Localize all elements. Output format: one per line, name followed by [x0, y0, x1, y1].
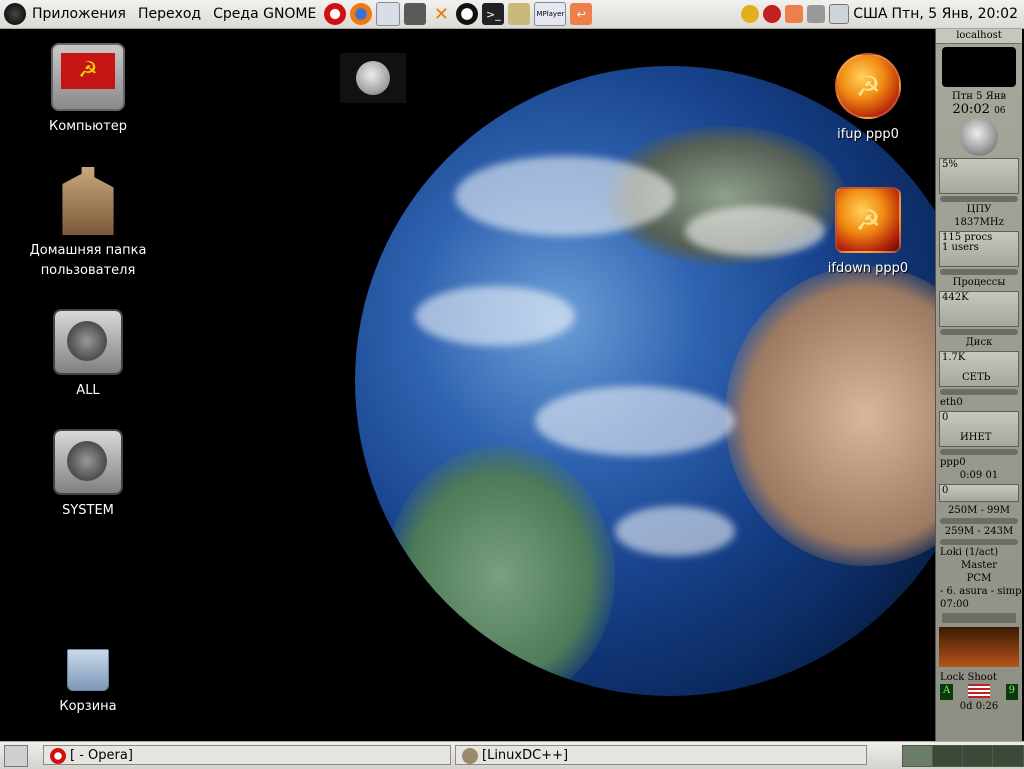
desktop-icon-computer[interactable]: ☭ Компьютер	[13, 43, 163, 137]
gk-badge-a: A	[940, 684, 954, 700]
desktop-icon-ifup[interactable]: ☭ ifup ppp0	[793, 53, 943, 145]
gk-badges: A 9	[936, 684, 1022, 700]
gk-procs-label: Процессы	[952, 277, 1006, 288]
gk-ppp0-label: ppp0	[940, 457, 966, 468]
keyboard-layout[interactable]: США	[853, 6, 887, 22]
opera-icon	[50, 748, 66, 764]
penguin-icon[interactable]	[456, 3, 479, 25]
ifdown-icon: ☭	[835, 187, 901, 253]
gk-sensor: Loki (1/act)	[940, 547, 999, 558]
gk-disk-label: Диск	[965, 337, 993, 348]
computer-icon: ☭	[51, 43, 125, 111]
gkrellm-monitor: localhost Птн 5 Янв 20:02 06 5% ЦПУ 1837…	[935, 29, 1022, 741]
drive-icon	[53, 309, 123, 375]
gk-swap-slider[interactable]	[940, 539, 1018, 545]
dc-icon	[462, 748, 478, 764]
gk-vol-master[interactable]: Master	[936, 559, 1022, 572]
terminal-icon[interactable]: >_	[482, 3, 505, 25]
workspace-4[interactable]	[992, 745, 1024, 767]
menu-applications[interactable]: Приложения	[26, 6, 132, 22]
desktop: ☭ Компьютер Домашняя папка пользователя …	[0, 29, 1024, 741]
volume-icon[interactable]	[807, 5, 826, 23]
gk-eth0-slider[interactable]	[940, 449, 1018, 455]
windows-icon[interactable]	[829, 4, 850, 24]
bottom-panel: [ - Opera] [LinuxDC++]	[0, 741, 1024, 769]
update-icon[interactable]	[785, 5, 804, 23]
gk-disk-slider[interactable]	[940, 329, 1018, 335]
top-panel: Приложения Переход Среда GNOME ✕ >_ MPla…	[0, 0, 1024, 29]
workspace-1[interactable]	[902, 745, 934, 767]
gk-ppp0-chart: 0	[939, 484, 1019, 502]
gk-cpu-freq: 1837MHz	[954, 217, 1004, 228]
gk-track: - 6. asura - simp	[940, 586, 1022, 597]
desktop-icon-ifdown[interactable]: ☭ ifdown ppp0	[793, 187, 943, 279]
gk-hostname: localhost	[936, 29, 1022, 44]
gk-analog-clock	[942, 47, 1016, 87]
icon-label: ifup ppp0	[837, 127, 899, 142]
system-tray: США Птн, 5 Янв, 20:02	[741, 0, 1018, 28]
mail-icon[interactable]	[376, 2, 401, 26]
icon-label: Домашняя папка пользователя	[29, 243, 147, 278]
gk-vol-pcm[interactable]: PCM	[936, 572, 1022, 585]
earth-wallpaper	[355, 66, 985, 696]
desktop-icon-home[interactable]: Домашняя папка пользователя	[13, 167, 163, 281]
gk-time: 20:02 06	[952, 102, 1006, 117]
gk-ppp0-timer: 0:09 01	[959, 470, 999, 481]
firefox-icon[interactable]	[350, 3, 373, 25]
icon-label: ifdown ppp0	[827, 261, 909, 276]
gk-disk-chart: 442K	[939, 291, 1019, 327]
gk-visualizer	[939, 627, 1019, 667]
gk-net-slider[interactable]	[940, 389, 1018, 395]
gk-eth0-label: eth0	[940, 397, 963, 408]
workspace-2[interactable]	[932, 745, 964, 767]
gk-uptime: 0d 0:26	[959, 701, 999, 712]
gk-badge-9: 9	[1005, 684, 1018, 700]
gk-mem-slider[interactable]	[940, 518, 1018, 524]
task-opera[interactable]: [ - Opera]	[43, 745, 451, 765]
menu-places[interactable]: Переход	[132, 6, 207, 22]
icon-label: Компьютер	[49, 119, 127, 134]
icon-label: Корзина	[59, 699, 117, 714]
gk-net-chart: 1.7K СЕТЬ	[939, 351, 1019, 387]
file-manager-icon[interactable]	[404, 3, 427, 25]
gk-procs-slider[interactable]	[940, 269, 1018, 275]
gk-moon-icon	[960, 118, 998, 156]
gk-cpu-slider[interactable]	[940, 196, 1018, 202]
desktop-icon-all[interactable]: ALL	[13, 309, 163, 401]
workspace-3[interactable]	[962, 745, 994, 767]
home-folder-icon	[62, 167, 114, 235]
mplayer-icon[interactable]: MPlayer	[534, 2, 567, 26]
gnome-foot-icon[interactable]	[4, 3, 26, 25]
ifup-icon: ☭	[835, 53, 901, 119]
moon-widget	[340, 53, 406, 103]
gk-cpu-chart: 5%	[939, 158, 1019, 194]
menu-system[interactable]: Среда GNOME	[207, 6, 322, 22]
gk-player-controls[interactable]	[942, 613, 1016, 623]
gk-eth0-chart: 0 ИНЕТ	[939, 411, 1019, 447]
app-icon[interactable]: ↩	[570, 3, 593, 25]
icon-label: SYSTEM	[62, 503, 114, 518]
x-icon[interactable]: ✕	[430, 3, 452, 25]
desktop-icon-trash[interactable]: Корзина	[13, 649, 163, 717]
notify-icon[interactable]	[741, 5, 760, 23]
clock[interactable]: Птн, 5 Янв, 20:02	[892, 6, 1018, 22]
show-desktop-icon[interactable]	[4, 745, 28, 767]
gk-track-time: 07:00	[940, 599, 969, 610]
gk-procs-chart: 115 procs 1 users	[939, 231, 1019, 267]
drive-icon	[53, 429, 123, 495]
notes-icon[interactable]	[508, 3, 531, 25]
gk-cpu-label: ЦПУ	[966, 204, 992, 215]
opera-icon[interactable]	[324, 3, 347, 25]
desktop-icon-system[interactable]: SYSTEM	[13, 429, 163, 521]
moon-icon	[356, 61, 390, 95]
flag-icon	[968, 684, 991, 698]
gk-mem2: 259M - 243M	[944, 526, 1014, 537]
gk-lock-shoot[interactable]: Lock Shoot	[936, 671, 1022, 684]
trash-icon	[67, 649, 109, 691]
icon-label: ALL	[76, 383, 100, 398]
network-icon[interactable]	[763, 5, 782, 23]
gk-mem1: 250M - 99M	[947, 505, 1011, 516]
task-linuxdc[interactable]: [LinuxDC++]	[455, 745, 867, 765]
